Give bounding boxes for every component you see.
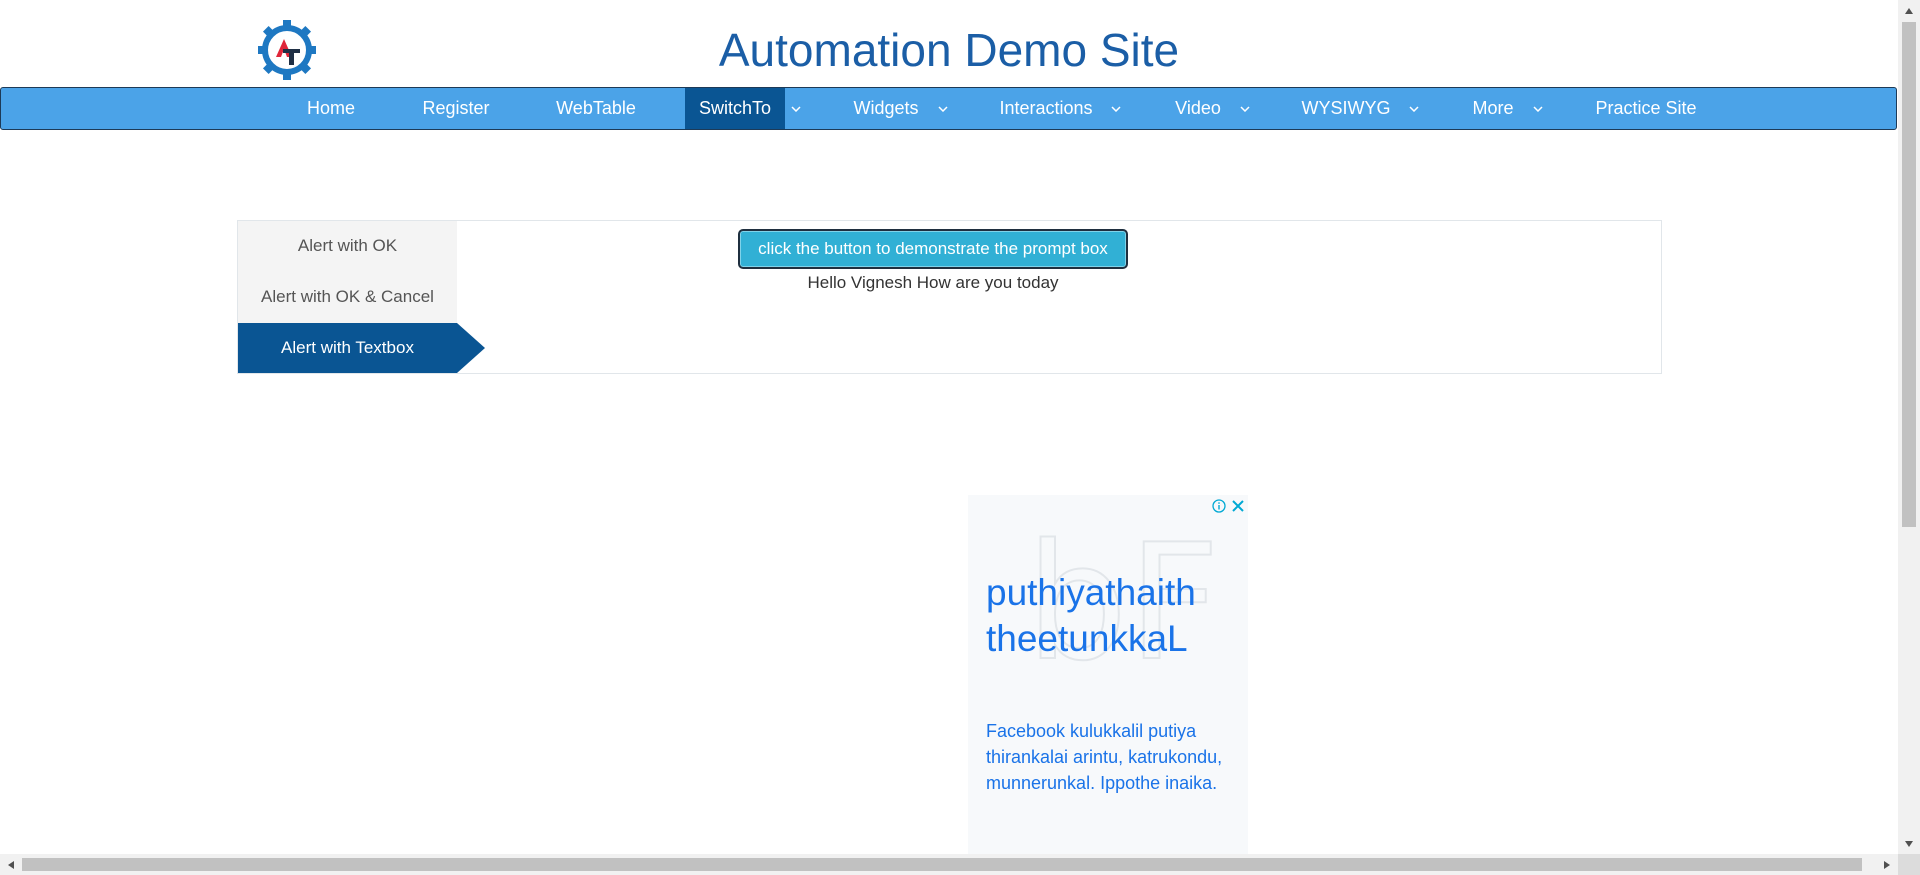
- tab-alert-with-ok-cancel[interactable]: Alert with OK & Cancel: [238, 272, 457, 322]
- horizontal-scrollbar[interactable]: [0, 854, 1898, 875]
- nav-interactions[interactable]: Interactions: [991, 88, 1101, 129]
- scroll-up-arrow-icon[interactable]: [1898, 0, 1920, 21]
- ad-info-icon[interactable]: [1212, 499, 1226, 513]
- main-navbar: Home Register WebTable SwitchTo Widgets …: [0, 87, 1897, 130]
- ad-close-icon[interactable]: [1230, 498, 1246, 514]
- scrollbar-corner: [1898, 854, 1920, 875]
- scroll-right-arrow-icon[interactable]: [1876, 854, 1898, 875]
- interactions-chevron-down-icon[interactable]: [1107, 88, 1125, 129]
- alert-tab-list: Alert with OK Alert with OK & Cancel Ale…: [238, 221, 485, 373]
- alert-tab-panel: Alert with OK Alert with OK & Cancel Ale…: [237, 220, 1662, 374]
- nav-practice-site[interactable]: Practice Site: [1581, 88, 1711, 129]
- nav-wysiwyg[interactable]: WYSIWYG: [1291, 88, 1401, 129]
- nav-switchto[interactable]: SwitchTo: [685, 88, 785, 129]
- tab-alert-with-textbox[interactable]: Alert with Textbox: [238, 323, 485, 373]
- scroll-down-arrow-icon[interactable]: [1898, 833, 1920, 854]
- prompt-box-button[interactable]: click the button to demonstrate the prom…: [738, 229, 1128, 269]
- nav-video[interactable]: Video: [1161, 88, 1235, 129]
- tab-alert-with-ok[interactable]: Alert with OK: [238, 221, 457, 271]
- switchto-chevron-down-icon[interactable]: [787, 88, 805, 129]
- nav-widgets[interactable]: Widgets: [841, 88, 931, 129]
- ad-headline[interactable]: puthiyathaith theetunkkaL: [986, 570, 1241, 662]
- nav-register[interactable]: Register: [406, 88, 506, 129]
- vertical-scrollbar[interactable]: [1898, 0, 1920, 854]
- ad-body-text[interactable]: Facebook kulukkalil putiya thirankalai a…: [986, 718, 1241, 796]
- nav-more[interactable]: More: [1461, 88, 1525, 129]
- horizontal-scroll-thumb[interactable]: [22, 858, 1862, 871]
- scroll-left-arrow-icon[interactable]: [0, 854, 22, 875]
- wysiwyg-chevron-down-icon[interactable]: [1405, 88, 1423, 129]
- site-title: Automation Demo Site: [718, 24, 1180, 76]
- widgets-chevron-down-icon[interactable]: [934, 88, 952, 129]
- vertical-scroll-thumb[interactable]: [1902, 22, 1916, 527]
- page-viewport: Automation Demo Site Home Register WebTa…: [0, 0, 1898, 854]
- prompt-result-text: Hello Vignesh How are you today: [807, 273, 1059, 292]
- nav-webtable[interactable]: WebTable: [541, 88, 651, 129]
- active-tab-arrow: [457, 323, 485, 373]
- ad-banner[interactable]: b F puthiyathaith theetunkkaL Facebook k…: [968, 495, 1248, 854]
- tab-alert-with-textbox-label: Alert with Textbox: [281, 338, 414, 357]
- video-chevron-down-icon[interactable]: [1236, 88, 1254, 129]
- more-chevron-down-icon[interactable]: [1529, 88, 1547, 129]
- nav-home[interactable]: Home: [291, 88, 371, 129]
